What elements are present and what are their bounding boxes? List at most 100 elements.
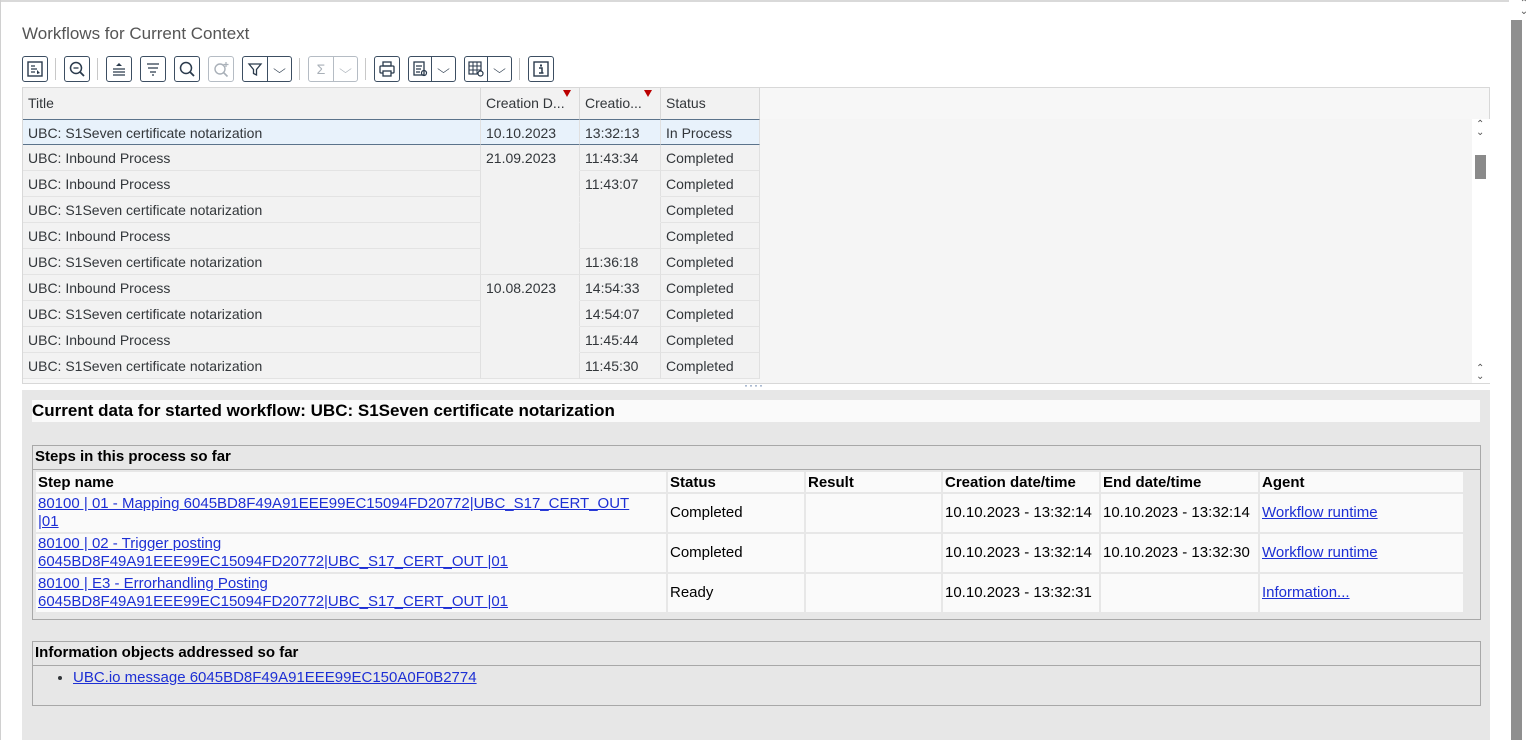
table-row[interactable]: UBC: Inbound Process 11:43:07 Completed xyxy=(23,171,760,197)
layout-button[interactable] xyxy=(465,57,487,81)
step-status-cell: Completed xyxy=(668,494,804,532)
table-row[interactable]: UBC: Inbound Process 11:45:44 Completed xyxy=(23,327,760,353)
cell-creation-date[interactable] xyxy=(481,223,580,249)
step-name-link[interactable]: 80100 | 01 - Mapping 6045BD8F49A91EEE99E… xyxy=(38,495,629,530)
cell-creation-time[interactable]: 14:54:07 xyxy=(580,301,661,327)
cell-title[interactable]: UBC: Inbound Process xyxy=(23,327,481,353)
search-next-button[interactable] xyxy=(208,56,234,82)
table-row[interactable]: UBC: S1Seven certificate notarization Com… xyxy=(23,197,760,223)
step-agent-link[interactable]: Information... xyxy=(1262,584,1350,601)
scroll-down-icon[interactable]: ⌃ ⌄ xyxy=(1476,364,1484,382)
table-row[interactable]: UBC: S1Seven certificate notarization 14:… xyxy=(23,301,760,327)
cell-status[interactable]: Completed xyxy=(661,301,760,327)
search-button[interactable] xyxy=(174,56,200,82)
info-objects-list: UBC.io message 6045BD8F49A91EEE99EC150A0… xyxy=(33,668,1480,688)
cell-creation-date[interactable] xyxy=(481,197,580,223)
step-agent-link[interactable]: Workflow runtime xyxy=(1262,504,1378,521)
cell-title[interactable]: UBC: S1Seven certificate notarization xyxy=(23,119,481,145)
details-button[interactable] xyxy=(22,56,48,82)
cell-title[interactable]: UBC: Inbound Process xyxy=(23,171,481,197)
cell-status[interactable]: Completed xyxy=(661,223,760,249)
cell-creation-date[interactable] xyxy=(481,249,580,275)
sort-indicator-icon xyxy=(644,90,652,97)
sum-split-button[interactable]: Σ ⌵ xyxy=(308,56,358,82)
column-header-status[interactable]: Status xyxy=(661,88,760,119)
toolbar-separator xyxy=(519,58,520,80)
cell-status[interactable]: Completed xyxy=(661,145,760,171)
step-result-cell xyxy=(806,574,941,612)
table-row[interactable]: UBC: Inbound Process 21.09.2023 11:43:34 Co… xyxy=(23,145,760,171)
step-name-link[interactable]: 80100 | E3 - Errorhandling Posting 6045BD… xyxy=(38,575,508,610)
info-object-link[interactable]: UBC.io message 6045BD8F49A91EEE99EC150A0… xyxy=(73,669,477,686)
window-left-border xyxy=(0,0,1,740)
cell-title[interactable]: UBC: S1Seven certificate notarization xyxy=(23,249,481,275)
grid-scrollbar-thumb[interactable] xyxy=(1475,155,1486,179)
cell-status[interactable]: Completed xyxy=(661,171,760,197)
cell-status[interactable]: Completed xyxy=(661,353,760,379)
step-end-cell xyxy=(1101,574,1258,612)
sum-menu-button[interactable]: ⌵ xyxy=(333,57,357,81)
cell-creation-date[interactable] xyxy=(481,327,580,353)
cell-status[interactable]: Completed xyxy=(661,197,760,223)
cell-title[interactable]: UBC: Inbound Process xyxy=(23,275,481,301)
cell-creation-time[interactable]: 11:36:18 xyxy=(580,249,661,275)
filter-split-button[interactable]: ⌵ xyxy=(242,56,292,82)
cell-status[interactable]: Completed xyxy=(661,249,760,275)
cell-title[interactable]: UBC: Inbound Process xyxy=(23,145,481,171)
scroll-up-icon[interactable]: ⌃ ⌄ xyxy=(1518,0,1530,17)
cell-title[interactable]: UBC: S1Seven certificate notarization xyxy=(23,197,481,223)
layout-split-button[interactable]: ⌵ xyxy=(464,56,512,82)
cell-creation-time[interactable]: 13:32:13 xyxy=(580,119,661,145)
export-menu-button[interactable]: ⌵ xyxy=(431,57,455,81)
info-button[interactable] xyxy=(528,56,554,82)
cell-title[interactable]: UBC: S1Seven certificate notarization xyxy=(23,301,481,327)
cell-creation-time[interactable] xyxy=(580,197,661,223)
cell-creation-date[interactable]: 10.08.2023 xyxy=(481,275,580,301)
cell-title[interactable]: UBC: Inbound Process xyxy=(23,223,481,249)
cell-creation-time[interactable]: 11:45:44 xyxy=(580,327,661,353)
splitter-handle[interactable]: ···· xyxy=(744,379,764,391)
column-header-title[interactable]: Title xyxy=(23,88,481,119)
filter-menu-button[interactable]: ⌵ xyxy=(267,57,291,81)
sum-icon[interactable]: Σ xyxy=(309,57,333,81)
cell-creation-time[interactable]: 11:43:07 xyxy=(580,171,661,197)
step-name-link[interactable]: 80100 | 02 - Trigger posting 6045BD8F49A9… xyxy=(38,535,508,570)
sort-ascending-button[interactable] xyxy=(106,56,132,82)
cell-title[interactable]: UBC: S1Seven certificate notarization xyxy=(23,353,481,379)
cell-creation-time[interactable]: 11:43:34 xyxy=(580,145,661,171)
cell-creation-time[interactable]: 14:54:33 xyxy=(580,275,661,301)
cell-creation-time[interactable]: 11:45:30 xyxy=(580,353,661,379)
grid-scrollbar[interactable]: ⌃ ⌄ ⌃ ⌄ xyxy=(1472,119,1490,383)
steps-column-status: Status xyxy=(668,472,804,492)
layout-menu-button[interactable]: ⌵ xyxy=(487,57,511,81)
page-title: Workflows for Current Context xyxy=(22,24,250,43)
cell-creation-time[interactable] xyxy=(580,223,661,249)
table-row[interactable]: UBC: S1Seven certificate notarization 10.… xyxy=(23,119,760,145)
sort-descending-button[interactable] xyxy=(140,56,166,82)
print-button[interactable] xyxy=(374,56,400,82)
scroll-up-icon[interactable]: ⌃ ⌄ xyxy=(1476,120,1484,138)
step-agent-link[interactable]: Workflow runtime xyxy=(1262,544,1378,561)
step-result-cell xyxy=(806,534,941,572)
cell-creation-date[interactable] xyxy=(481,171,580,197)
cell-status[interactable]: Completed xyxy=(661,327,760,353)
window-scrollbar-thumb[interactable] xyxy=(1511,20,1522,740)
cell-creation-date[interactable]: 21.09.2023 xyxy=(481,145,580,171)
export-split-button[interactable]: ⌵ xyxy=(408,56,456,82)
cell-status[interactable]: Completed xyxy=(661,275,760,301)
window-scrollbar[interactable]: ⌃ ⌄ xyxy=(1509,0,1537,740)
cell-status[interactable]: In Process xyxy=(661,119,760,145)
sort-ascending-icon xyxy=(113,63,125,76)
column-header-creation-date[interactable]: Creation D... xyxy=(481,88,580,119)
table-row[interactable]: UBC: S1Seven certificate notarization 11:… xyxy=(23,353,760,379)
filter-button[interactable] xyxy=(243,57,267,81)
cell-creation-date[interactable] xyxy=(481,353,580,379)
table-row[interactable]: UBC: S1Seven certificate notarization 11:… xyxy=(23,249,760,275)
export-button[interactable] xyxy=(409,57,431,81)
column-header-creation-time[interactable]: Creatio... xyxy=(580,88,661,119)
cell-creation-date[interactable] xyxy=(481,301,580,327)
table-row[interactable]: UBC: Inbound Process 10.08.2023 14:54:33 Co… xyxy=(23,275,760,301)
table-row[interactable]: UBC: Inbound Process Completed xyxy=(23,223,760,249)
cell-creation-date[interactable]: 10.10.2023 xyxy=(481,119,580,145)
zoom-button[interactable] xyxy=(64,56,90,82)
